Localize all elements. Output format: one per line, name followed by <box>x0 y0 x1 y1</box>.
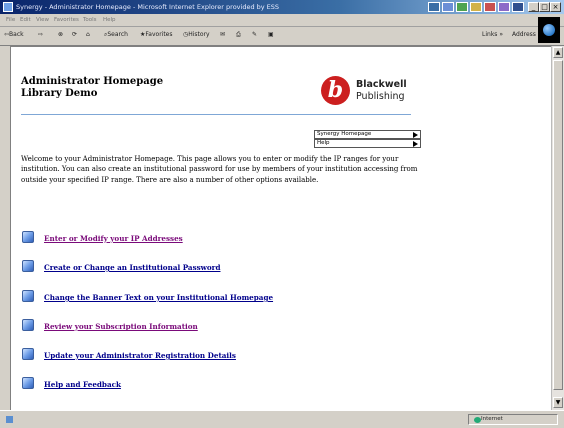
select-value: Synergy Homepage <box>317 131 372 137</box>
menu-help[interactable]: Help <box>103 17 116 23</box>
menu-bar: File Edit View Favorites Tools Help <box>0 14 564 27</box>
discuss-icon: ▣ <box>268 31 274 38</box>
registration-details-link[interactable]: Update your Administrator Registration D… <box>44 351 236 360</box>
banner-text-link[interactable]: Change the Banner Text on your Instituti… <box>44 293 273 302</box>
print-icon: ⎙ <box>236 31 241 38</box>
intro-paragraph: Welcome to your Administrator Homepage. … <box>21 155 418 184</box>
arrow-right-icon <box>413 132 418 138</box>
mail-button[interactable]: ✉ <box>220 31 225 38</box>
favorites-label: Favorites <box>145 31 173 38</box>
blackwell-logo-letter: b <box>327 77 344 103</box>
stop-button[interactable]: ⊗ <box>58 31 63 38</box>
title-bar: Synergy - Administrator Homepage - Micro… <box>0 0 564 14</box>
scroll-down-icon[interactable]: ▼ <box>553 397 563 408</box>
scroll-thumb[interactable] <box>553 60 563 390</box>
home-button[interactable]: ⌂ <box>86 31 90 38</box>
logo-line2: Publishing <box>356 91 405 102</box>
maximize-button[interactable]: □ <box>539 2 550 12</box>
close-button[interactable]: × <box>550 2 561 12</box>
page-status-icon <box>6 416 13 423</box>
scroll-up-icon[interactable]: ▲ <box>553 47 563 58</box>
menu-tools[interactable]: Tools <box>83 17 97 23</box>
subscription-info-link[interactable]: Review your Subscription Information <box>44 322 198 331</box>
internet-zone-icon <box>474 417 481 423</box>
edit-icon: ✎ <box>252 31 258 38</box>
menu-favorites[interactable]: Favorites <box>54 17 79 23</box>
status-bar: Internet <box>0 410 564 428</box>
tray-icon[interactable] <box>456 2 468 12</box>
print-button[interactable]: ⎙ <box>236 31 241 39</box>
synergy-homepage-select[interactable]: Synergy Homepage <box>314 130 421 139</box>
refresh-icon: ⟳ <box>72 31 78 38</box>
page-bullet-icon <box>22 319 34 331</box>
tray-icon[interactable] <box>442 2 454 12</box>
tray-icon[interactable] <box>470 2 482 12</box>
page-bullet-icon <box>22 260 34 272</box>
home-icon: ⌂ <box>86 31 90 38</box>
menu-edit[interactable]: Edit <box>20 17 31 23</box>
back-label: Back <box>9 31 24 38</box>
institutional-password-link[interactable]: Create or Change an Institutional Passwo… <box>44 263 220 272</box>
refresh-button[interactable]: ⟳ <box>72 31 77 38</box>
menu-file[interactable]: File <box>6 17 15 23</box>
history-button[interactable]: ◷History <box>183 31 210 38</box>
blackwell-logo-text: Blackwell Publishing <box>356 79 407 103</box>
page-title-line2: Library Demo <box>21 88 98 99</box>
history-label: History <box>188 31 210 38</box>
ie-app-icon[interactable] <box>3 2 13 12</box>
search-label: Search <box>107 31 128 38</box>
page-bullet-icon <box>22 231 34 243</box>
select-value: Help <box>317 140 330 146</box>
search-button[interactable]: ⌕Search <box>104 31 128 39</box>
minimize-button[interactable]: _ <box>528 2 539 12</box>
back-button[interactable]: ⇦Back <box>4 31 24 38</box>
ie-throbber-icon <box>538 17 560 43</box>
arrow-right-icon <box>413 141 418 147</box>
window-title: Synergy - Administrator Homepage - Micro… <box>16 3 280 11</box>
help-select[interactable]: Help <box>314 139 421 148</box>
page-bullet-icon <box>22 290 34 302</box>
menu-view[interactable]: View <box>36 17 49 23</box>
edit-button[interactable]: ✎ <box>252 31 257 38</box>
window-frame <box>0 46 10 410</box>
links-button[interactable]: Links » <box>482 31 503 38</box>
discuss-button[interactable]: ▣ <box>268 31 274 38</box>
address-label: Address <box>512 31 536 38</box>
zone-label: Internet <box>481 416 503 422</box>
page-title: Administrator Homepage Library Demo <box>21 76 163 100</box>
links-label: Links <box>482 31 498 38</box>
forward-button[interactable]: ⇨ <box>38 31 43 38</box>
forward-arrow-icon: ⇨ <box>38 31 44 38</box>
page-title-line1: Administrator Homepage <box>21 76 164 87</box>
mail-icon: ✉ <box>220 31 226 38</box>
tray-icon[interactable] <box>428 2 440 12</box>
stop-icon: ⊗ <box>58 31 64 38</box>
security-zone: Internet <box>468 414 558 425</box>
tray-icon[interactable] <box>512 2 524 12</box>
page-bullet-icon <box>22 348 34 360</box>
favorites-button[interactable]: ★Favorites <box>140 31 173 38</box>
enter-ip-addresses-link[interactable]: Enter or Modify your IP Addresses <box>44 234 183 243</box>
toolbar: ⇦Back ⇨ ⊗ ⟳ ⌂ ⌕Search ★Favorites ◷Histor… <box>0 27 564 46</box>
logo-line1: Blackwell <box>356 79 407 90</box>
vertical-scrollbar[interactable]: ▲ ▼ <box>551 46 564 410</box>
help-feedback-link[interactable]: Help and Feedback <box>44 380 121 389</box>
header-divider <box>21 114 411 115</box>
page-bullet-icon <box>22 377 34 389</box>
tray-icon[interactable] <box>484 2 496 12</box>
tray-icon[interactable] <box>498 2 510 12</box>
